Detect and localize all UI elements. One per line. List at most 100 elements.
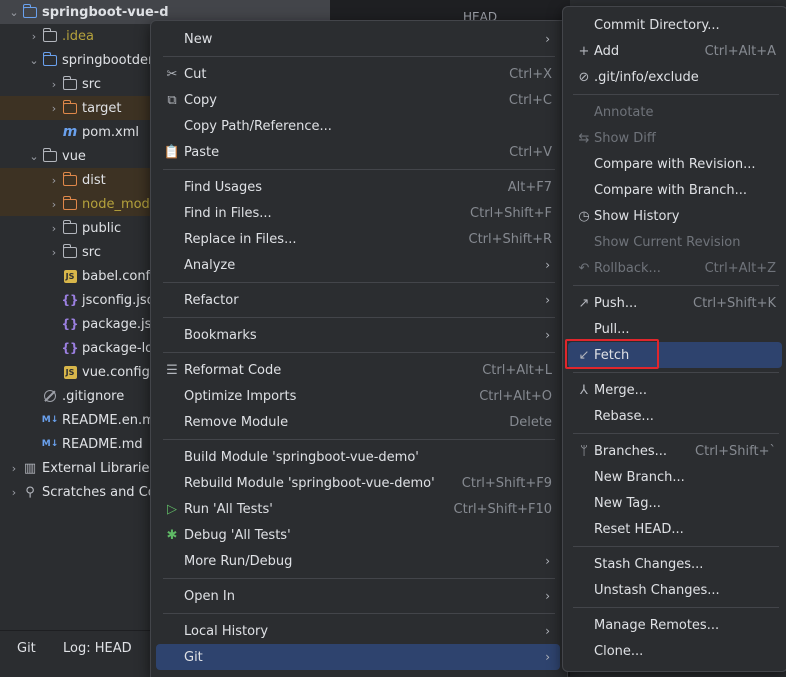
menu-item-find-in-files[interactable]: Find in Files... Ctrl+Shift+F bbox=[156, 200, 560, 226]
menu-item-new-branch[interactable]: New Branch... bbox=[568, 464, 782, 490]
menu-item-branches[interactable]: ᛘ Branches... Ctrl+Shift+` bbox=[568, 438, 782, 464]
menu-item-copy[interactable]: ⧉ Copy Ctrl+C bbox=[156, 87, 560, 113]
menu-item-shortcut: Ctrl+Alt+Z bbox=[704, 260, 776, 276]
chevron-down-icon[interactable]: ⌄ bbox=[26, 150, 42, 163]
menu-separator bbox=[163, 56, 555, 57]
chevron-right-icon[interactable]: › bbox=[6, 486, 22, 499]
menu-item-cut[interactable]: ✂ Cut Ctrl+X bbox=[156, 61, 560, 87]
chevron-right-icon[interactable]: › bbox=[46, 102, 62, 115]
chevron-right-icon[interactable]: › bbox=[46, 222, 62, 235]
menu-item-stash-changes[interactable]: Stash Changes... bbox=[568, 551, 782, 577]
chevron-right-icon[interactable]: › bbox=[46, 78, 62, 91]
menu-item-show-history[interactable]: ◷ Show History bbox=[568, 203, 782, 229]
menu-item-refactor[interactable]: Refactor › bbox=[156, 287, 560, 313]
folder-icon bbox=[42, 147, 58, 164]
chevron-right-icon[interactable]: › bbox=[46, 174, 62, 187]
menu-item-open-in[interactable]: Open In › bbox=[156, 583, 560, 609]
menu-item-local-history[interactable]: Local History › bbox=[156, 618, 560, 644]
menu-item-shortcut: Ctrl+Shift+F bbox=[470, 205, 552, 221]
menu-item-label: Debug 'All Tests' bbox=[184, 527, 291, 543]
menu-item-remove-module[interactable]: Remove Module Delete bbox=[156, 409, 560, 435]
menu-item-bookmarks[interactable]: Bookmarks › bbox=[156, 322, 560, 348]
json-icon: {} bbox=[61, 341, 79, 355]
chevron-right-icon: › bbox=[545, 650, 550, 664]
menu-item-label: Find in Files... bbox=[184, 205, 272, 221]
menu-item-merge[interactable]: ⅄ Merge... bbox=[568, 377, 782, 403]
menu-item-add[interactable]: + Add Ctrl+Alt+A bbox=[568, 38, 782, 64]
menu-item-run-all-tests[interactable]: ▷ Run 'All Tests' Ctrl+Shift+F10 bbox=[156, 496, 560, 522]
menu-item-label: Reformat Code bbox=[184, 362, 282, 378]
chevron-right-icon[interactable]: › bbox=[26, 30, 42, 43]
run-icon: ▷ bbox=[167, 501, 177, 517]
push-icon: ↗ bbox=[578, 295, 590, 311]
menu-item-reformat-code[interactable]: ☰ Reformat Code Ctrl+Alt+L bbox=[156, 357, 560, 383]
chevron-right-icon[interactable]: › bbox=[46, 198, 62, 211]
menu-item-compare-with-revision[interactable]: Compare with Revision... bbox=[568, 151, 782, 177]
menu-item-shortcut: Ctrl+Shift+` bbox=[695, 443, 776, 459]
menu-item-label: Annotate bbox=[594, 104, 654, 120]
merge-icon: ⅄ bbox=[580, 382, 588, 398]
menu-item-build-module-springboot-vue-demo[interactable]: Build Module 'springboot-vue-demo' bbox=[156, 444, 560, 470]
markdown-icon: M↓ bbox=[41, 439, 59, 449]
menu-item-commit-directory[interactable]: Commit Directory... bbox=[568, 12, 782, 38]
js-icon: JS bbox=[62, 364, 78, 380]
menu-item-copy-path-reference[interactable]: Copy Path/Reference... bbox=[156, 113, 560, 139]
log-head-tab[interactable]: Log: HEAD bbox=[63, 641, 132, 656]
menu-item-reset-head[interactable]: Reset HEAD... bbox=[568, 516, 782, 542]
menu-item-label: Rollback... bbox=[594, 260, 661, 276]
chevron-down-icon[interactable]: ⌄ bbox=[26, 54, 42, 67]
menu-item-label: Clone... bbox=[594, 643, 644, 659]
menu-item-shortcut: Ctrl+Alt+O bbox=[479, 388, 552, 404]
chevron-right-icon[interactable]: › bbox=[46, 246, 62, 259]
menu-item-paste[interactable]: 📋 Paste Ctrl+V bbox=[156, 139, 560, 165]
cut-icon: ✂ bbox=[166, 66, 178, 82]
menu-item-shortcut: Ctrl+Alt+A bbox=[704, 43, 776, 59]
menu-item-clone[interactable]: Clone... bbox=[568, 638, 782, 664]
menu-item-optimize-imports[interactable]: Optimize Imports Ctrl+Alt+O bbox=[156, 383, 560, 409]
chevron-right-icon: › bbox=[545, 624, 550, 638]
menu-item-rebuild-module-springboot-vue-demo[interactable]: Rebuild Module 'springboot-vue-demo' Ctrl… bbox=[156, 470, 560, 496]
menu-item-label: Push... bbox=[594, 295, 638, 311]
menu-separator bbox=[163, 317, 555, 318]
menu-item-compare-with-branch[interactable]: Compare with Branch... bbox=[568, 177, 782, 203]
menu-separator bbox=[573, 433, 779, 434]
menu-item-analyze[interactable]: Analyze › bbox=[156, 252, 560, 278]
menu-item-git[interactable]: Git › bbox=[156, 644, 560, 670]
tree-item-label: dist bbox=[82, 172, 106, 188]
folder-icon bbox=[62, 243, 78, 260]
chevron-right-icon: › bbox=[545, 328, 550, 342]
chevron-right-icon: › bbox=[545, 32, 550, 46]
menu-item-rollback: ↶ Rollback... Ctrl+Alt+Z bbox=[568, 255, 782, 281]
menu-item-label: New Branch... bbox=[594, 469, 685, 485]
tree-item-label: README.en.m bbox=[62, 412, 155, 428]
menu-item-find-usages[interactable]: Find Usages Alt+F7 bbox=[156, 174, 560, 200]
git-tool-tab[interactable]: Git bbox=[17, 641, 36, 656]
menu-item-git-info-exclude[interactable]: ⊘ .git/info/exclude bbox=[568, 64, 782, 90]
chevron-down-icon[interactable]: ⌄ bbox=[6, 6, 22, 19]
menu-item-label: Branches... bbox=[594, 443, 668, 459]
chevron-right-icon[interactable]: › bbox=[6, 462, 22, 475]
menu-item-label: Pull... bbox=[594, 321, 630, 337]
menu-item-label: Add bbox=[594, 43, 620, 59]
menu-item-new-tag[interactable]: New Tag... bbox=[568, 490, 782, 516]
menu-item-shortcut: Ctrl+Shift+K bbox=[693, 295, 776, 311]
fetch-highlight-box bbox=[565, 339, 659, 369]
menu-item-label: Show Current Revision bbox=[594, 234, 741, 250]
menu-item-new[interactable]: New › bbox=[156, 26, 560, 52]
menu-item-debug-all-tests[interactable]: ✱ Debug 'All Tests' bbox=[156, 522, 560, 548]
folder-icon bbox=[62, 219, 78, 236]
menu-item-push[interactable]: ↗ Push... Ctrl+Shift+K bbox=[568, 290, 782, 316]
menu-item-rebase[interactable]: Rebase... bbox=[568, 403, 782, 429]
menu-item-manage-remotes[interactable]: Manage Remotes... bbox=[568, 612, 782, 638]
menu-item-unstash-changes[interactable]: Unstash Changes... bbox=[568, 577, 782, 603]
branch-icon: ᛘ bbox=[580, 443, 588, 459]
menu-item-shortcut: Ctrl+C bbox=[508, 92, 552, 108]
chevron-right-icon: › bbox=[545, 258, 550, 272]
menu-item-more-run-debug[interactable]: More Run/Debug › bbox=[156, 548, 560, 574]
menu-item-replace-in-files[interactable]: Replace in Files... Ctrl+Shift+R bbox=[156, 226, 560, 252]
menu-item-label: Bookmarks bbox=[184, 327, 257, 343]
menu-item-label: New bbox=[184, 31, 213, 47]
copy-icon: ⧉ bbox=[167, 92, 177, 108]
menu-item-label: Copy Path/Reference... bbox=[184, 118, 332, 134]
menu-item-label: Analyze bbox=[184, 257, 236, 273]
